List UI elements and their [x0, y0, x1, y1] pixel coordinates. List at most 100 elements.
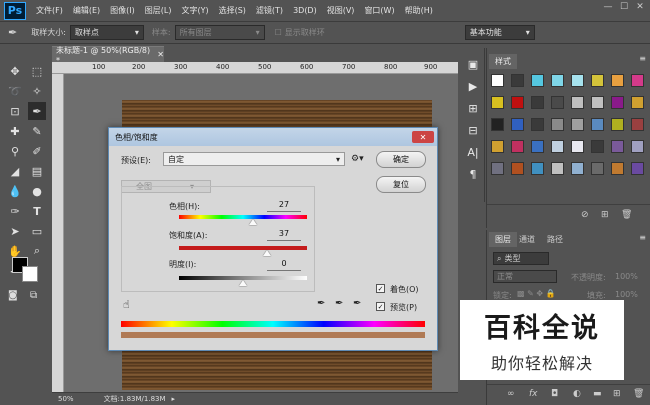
- saturation-slider-thumb[interactable]: [262, 250, 271, 256]
- style-swatch[interactable]: [551, 140, 564, 153]
- style-swatch[interactable]: [631, 118, 644, 131]
- hue-slider-thumb[interactable]: [248, 219, 257, 225]
- actions-play-icon[interactable]: ▶: [465, 80, 481, 96]
- panel-menu-icon[interactable]: ≡: [639, 54, 646, 63]
- trash-icon[interactable]: 🗑: [633, 389, 644, 399]
- gradient-tool-icon[interactable]: ▤: [28, 162, 46, 180]
- style-swatch[interactable]: [611, 118, 624, 131]
- opacity-value[interactable]: 100%: [615, 272, 638, 281]
- style-swatch[interactable]: [591, 74, 604, 87]
- sample-select[interactable]: 所有图层 ▾: [174, 25, 265, 40]
- style-swatch[interactable]: [631, 162, 644, 175]
- menu-select[interactable]: 选择(S): [219, 5, 246, 16]
- screen-mode-icon[interactable]: ⧉: [30, 290, 37, 301]
- menu-help[interactable]: 帮助(H): [405, 5, 433, 16]
- lasso-tool-icon[interactable]: ➰: [6, 82, 24, 100]
- brush-tool-icon[interactable]: ✎: [28, 122, 46, 140]
- lightness-slider-thumb[interactable]: [239, 280, 247, 286]
- lightness-value-input[interactable]: 0: [267, 259, 301, 271]
- trash-icon[interactable]: 🗑: [621, 210, 632, 220]
- menu-layer[interactable]: 图层(L): [145, 5, 172, 16]
- workspace-select[interactable]: 基本功能 ▾: [464, 25, 535, 40]
- close-icon[interactable]: ✕: [157, 50, 164, 59]
- rectangle-tool-icon[interactable]: ▭: [28, 222, 46, 240]
- style-swatch[interactable]: [491, 162, 504, 175]
- brush-presets-icon[interactable]: ⊞: [465, 102, 481, 118]
- style-swatch[interactable]: [531, 74, 544, 87]
- close-button[interactable]: ✕: [632, 2, 648, 12]
- chevron-right-icon[interactable]: ▸: [172, 395, 176, 403]
- style-swatch[interactable]: [511, 162, 524, 175]
- style-swatch[interactable]: [611, 96, 624, 109]
- blend-mode-select[interactable]: 正常: [493, 270, 557, 283]
- saturation-slider-track[interactable]: [179, 246, 307, 250]
- layer-effects-icon[interactable]: fx: [529, 389, 538, 399]
- style-swatch[interactable]: [571, 96, 584, 109]
- history-icon[interactable]: ▣: [465, 58, 481, 74]
- menu-image[interactable]: 图像(I): [110, 5, 135, 16]
- character-icon[interactable]: A|: [465, 146, 481, 162]
- new-layer-icon[interactable]: ⊞: [613, 389, 621, 399]
- menu-filter[interactable]: 滤镜(T): [256, 5, 283, 16]
- style-swatch[interactable]: [571, 162, 584, 175]
- background-color-swatch[interactable]: [22, 266, 38, 282]
- tab-channels[interactable]: 通道: [519, 234, 535, 245]
- sample-size-select[interactable]: 取样点 ▾: [69, 25, 144, 40]
- quick-mask-icon[interactable]: ◙: [8, 290, 18, 301]
- magic-wand-tool-icon[interactable]: ✧: [28, 82, 46, 100]
- clone-stamp-tool-icon[interactable]: ⚲: [6, 142, 24, 160]
- menu-edit[interactable]: 编辑(E): [73, 5, 100, 16]
- ok-button[interactable]: 确定: [376, 151, 426, 168]
- maximize-button[interactable]: ☐: [616, 2, 632, 12]
- healing-brush-tool-icon[interactable]: ✚: [6, 122, 24, 140]
- eyedropper-tool-icon[interactable]: ✒: [28, 102, 46, 120]
- colorize-checkbox[interactable]: ✓: [376, 284, 385, 293]
- style-swatch[interactable]: [571, 118, 584, 131]
- zoom-level[interactable]: 50%: [58, 395, 74, 403]
- eyedropper-subtract-icon[interactable]: ✒: [353, 298, 361, 309]
- path-selection-tool-icon[interactable]: ➤: [6, 222, 24, 240]
- style-swatch[interactable]: [611, 140, 624, 153]
- history-brush-tool-icon[interactable]: ✐: [28, 142, 46, 160]
- menu-type[interactable]: 文字(Y): [181, 5, 208, 16]
- style-swatch[interactable]: [531, 96, 544, 109]
- document-tab[interactable]: 未标题-1 @ 50%(RGB/8) * ✕: [52, 46, 164, 65]
- style-swatch[interactable]: [611, 74, 624, 87]
- hue-value-input[interactable]: 27: [267, 200, 301, 212]
- style-swatch[interactable]: [631, 74, 644, 87]
- adjustment-layer-icon[interactable]: ◐: [573, 389, 581, 399]
- new-style-icon[interactable]: ⊞: [601, 210, 609, 220]
- add-mask-icon[interactable]: ◘: [551, 389, 558, 399]
- tab-paths[interactable]: 路径: [547, 234, 563, 245]
- style-swatch[interactable]: [491, 96, 504, 109]
- style-swatch[interactable]: [551, 118, 564, 131]
- eraser-tool-icon[interactable]: ◢: [6, 162, 24, 180]
- style-swatch[interactable]: [551, 162, 564, 175]
- style-swatch[interactable]: [611, 162, 624, 175]
- menu-view[interactable]: 视图(V): [327, 5, 355, 16]
- eyedropper-icon[interactable]: ✒: [317, 298, 325, 309]
- tab-styles[interactable]: 样式: [489, 54, 517, 69]
- style-swatch[interactable]: [511, 96, 524, 109]
- style-swatch[interactable]: [491, 74, 504, 87]
- type-tool-icon[interactable]: T: [28, 202, 46, 220]
- style-swatch[interactable]: [511, 118, 524, 131]
- panel-menu-icon[interactable]: ≡: [639, 233, 646, 242]
- hue-slider-track[interactable]: [179, 215, 307, 219]
- eyedropper-tool-icon[interactable]: ✒: [8, 26, 17, 39]
- style-swatch[interactable]: [491, 140, 504, 153]
- move-tool-icon[interactable]: ✥: [6, 62, 24, 80]
- lock-icons[interactable]: ▩ ✎ ✥ 🔒: [517, 289, 556, 298]
- reset-button[interactable]: 复位: [376, 176, 426, 193]
- minimize-button[interactable]: —: [600, 2, 616, 12]
- menu-3d[interactable]: 3D(D): [293, 6, 317, 15]
- settings-gear-icon[interactable]: ⚙▾: [351, 154, 364, 164]
- preset-select[interactable]: 自定 ▾: [163, 152, 345, 166]
- style-swatch[interactable]: [631, 140, 644, 153]
- fill-value[interactable]: 100%: [615, 290, 638, 299]
- pen-tool-icon[interactable]: ✑: [6, 202, 24, 220]
- style-swatch[interactable]: [511, 140, 524, 153]
- link-layers-icon[interactable]: ∞: [507, 389, 515, 399]
- style-swatch[interactable]: [531, 162, 544, 175]
- dialog-close-button[interactable]: ✕: [412, 131, 434, 143]
